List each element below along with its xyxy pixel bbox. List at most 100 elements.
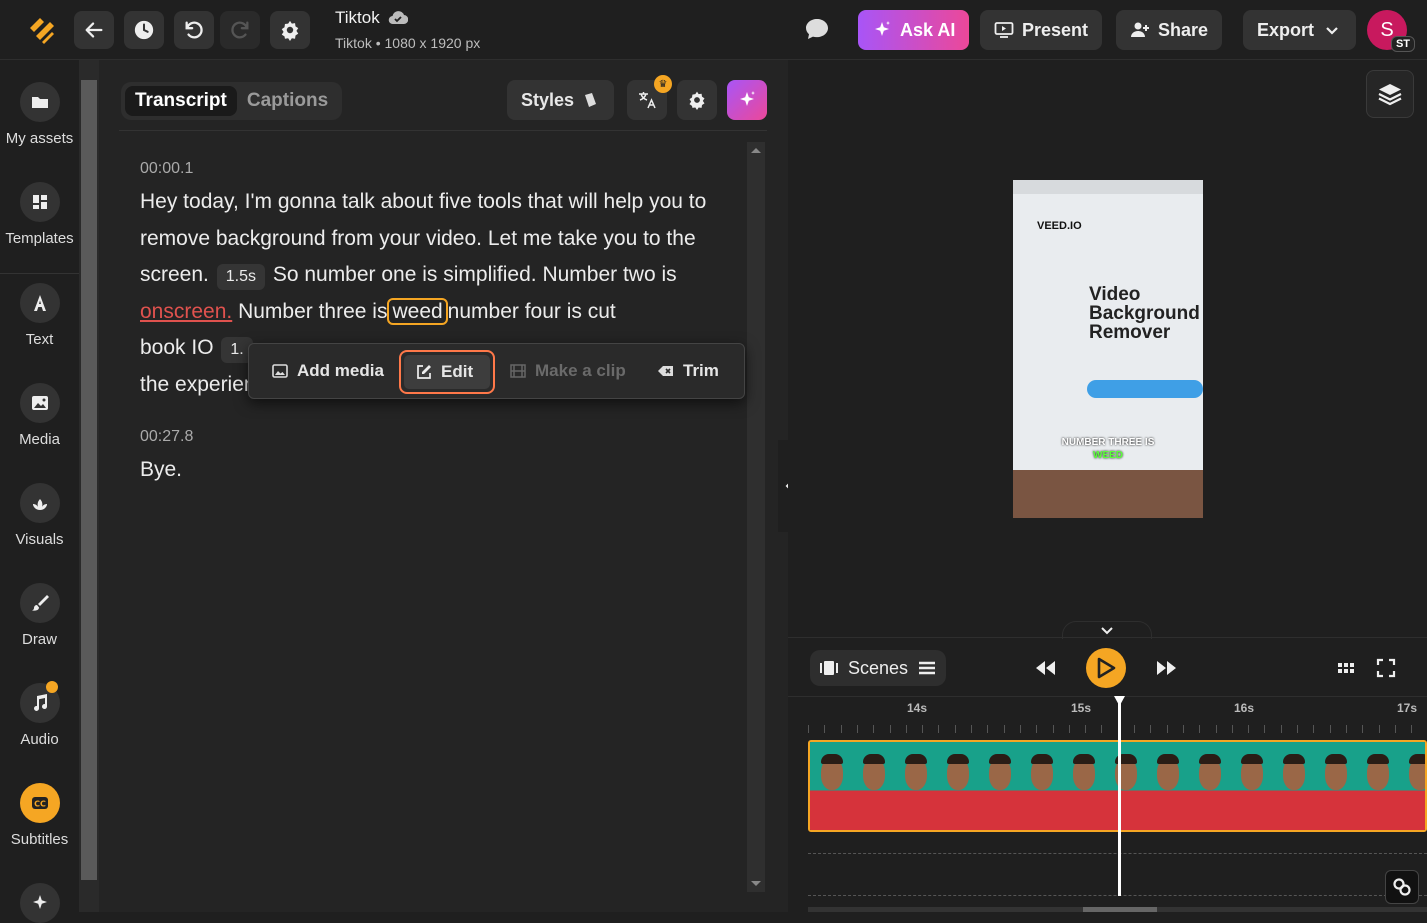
scroll-up-icon[interactable] [750, 146, 762, 154]
playhead[interactable] [1114, 696, 1125, 896]
sidebar-divider [0, 273, 79, 274]
styles-button[interactable]: Styles [507, 80, 615, 120]
trim-button[interactable]: Trim [657, 344, 719, 398]
track-thumbnail [1188, 742, 1230, 830]
undo-button[interactable] [174, 11, 214, 49]
ruler-label: 16s [1234, 701, 1255, 715]
scroll-down-icon[interactable] [750, 880, 762, 888]
sidebar-item-templates[interactable]: Templates [0, 182, 79, 247]
ruler-tick [873, 725, 875, 733]
play-button[interactable] [1086, 648, 1126, 688]
sidebar-scrollbar[interactable] [79, 60, 99, 912]
ruler-tick [1003, 725, 1005, 733]
back-button[interactable] [74, 11, 114, 49]
transcript-body[interactable]: 00:00.1 Hey today, I'm gonna talk about … [140, 160, 740, 488]
swatch-icon [585, 93, 597, 107]
user-avatar[interactable]: S ST [1367, 10, 1415, 52]
sidebar-item-media[interactable]: Media [0, 383, 79, 448]
tab-captions[interactable]: Captions [237, 86, 338, 116]
track-thumbnail [936, 742, 978, 830]
share-button[interactable]: Share [1116, 10, 1223, 50]
timeline-toolbar: Scenes [788, 637, 1427, 697]
redo-icon [231, 21, 249, 39]
sidebar-item-visuals[interactable]: Visuals [0, 483, 79, 548]
ruler-tick [1085, 725, 1087, 733]
ruler-tick [808, 725, 809, 733]
veed-logo-text: VEED.IO [1037, 220, 1082, 232]
pause-chip[interactable]: 1.5s [216, 264, 265, 291]
link-button[interactable] [1385, 870, 1419, 904]
ruler-tick [1297, 725, 1298, 733]
present-button[interactable]: Present [980, 10, 1103, 50]
tab-transcript[interactable]: Transcript [125, 86, 237, 116]
ruler-tick [840, 725, 842, 733]
edit-button[interactable]: Edit [399, 350, 495, 394]
image-icon [31, 396, 48, 410]
ruler-tick [971, 725, 972, 733]
ruler-tick [1052, 725, 1054, 733]
sidebar-item-subtitles[interactable]: CC Subtitles [0, 783, 79, 848]
sidebar-item-audio[interactable]: Audio [0, 681, 79, 748]
brush-icon [31, 595, 49, 611]
fullscreen-icon[interactable] [1376, 658, 1396, 678]
clock-icon [134, 20, 154, 40]
timestamp[interactable]: 00:00.1 [140, 160, 740, 178]
track-thumbnail [894, 742, 936, 830]
sidebar-item-more[interactable] [0, 883, 79, 923]
transcript-settings-button[interactable] [677, 80, 717, 120]
ruler-tick [1411, 725, 1413, 733]
comment-icon[interactable] [805, 18, 829, 40]
editor-area: VEED.IO Video Background Remover NUMBER … [788, 60, 1427, 912]
grid-icon[interactable] [1336, 658, 1356, 678]
magic-tools-button[interactable] [727, 80, 767, 120]
ruler-tick [954, 725, 956, 733]
track-thumbnail [1104, 742, 1146, 830]
project-title[interactable]: Tiktok [335, 8, 408, 28]
ruler-tick [1329, 725, 1331, 733]
panel-tabs: Transcript Captions [121, 82, 343, 120]
selected-word[interactable]: onscreen. [140, 300, 232, 323]
app-logo-icon[interactable] [26, 14, 58, 46]
timestamp[interactable]: 00:27.8 [140, 428, 740, 446]
ruler-tick [1150, 725, 1152, 733]
list-icon[interactable] [918, 660, 936, 676]
transcript-scrollbar[interactable] [747, 142, 765, 892]
track-thumbnail [1398, 742, 1425, 830]
scenes-toggle[interactable]: Scenes [810, 650, 947, 686]
ruler-tick [1101, 725, 1103, 733]
sparkle-icon [875, 21, 890, 36]
rewind-icon[interactable] [1034, 656, 1058, 680]
film-icon [510, 364, 526, 378]
edit-icon [417, 365, 431, 379]
make-clip-button[interactable]: Make a clip [509, 344, 626, 398]
chevron-down-icon [1326, 27, 1338, 35]
ruler-tick [856, 725, 858, 733]
scrollbar-thumb[interactable] [1083, 907, 1157, 912]
export-button[interactable]: Export [1243, 10, 1357, 50]
add-media-button[interactable]: Add media [271, 344, 384, 398]
sparkle-icon [740, 91, 755, 106]
video-preview[interactable]: VEED.IO Video Background Remover NUMBER … [1013, 180, 1203, 518]
layers-icon [1378, 84, 1402, 106]
sidebar-item-text[interactable]: Text [0, 283, 79, 348]
preview-frame: VEED.IO Video Background Remover [1013, 180, 1203, 480]
layers-button[interactable] [1366, 70, 1414, 118]
panel-divider [119, 130, 767, 131]
timeline-scrollbar[interactable] [808, 907, 1427, 912]
settings-button[interactable] [270, 11, 310, 49]
ruler-label: 17s [1397, 701, 1418, 715]
history-button[interactable] [124, 11, 164, 49]
ask-ai-button[interactable]: Ask AI [858, 10, 970, 50]
fast-forward-icon[interactable] [1154, 656, 1178, 680]
current-word[interactable]: weed [387, 297, 448, 325]
ruler-tick [905, 725, 907, 733]
track-thumbnail [1146, 742, 1188, 830]
ruler-label: 15s [1071, 701, 1092, 715]
ruler-tick [1394, 725, 1396, 733]
redo-button[interactable] [220, 11, 260, 49]
transcript-paragraph[interactable]: Bye. [140, 452, 740, 489]
scrollbar-thumb[interactable] [81, 80, 97, 880]
sidebar-item-my-assets[interactable]: My assets [0, 82, 79, 147]
sidebar-item-draw[interactable]: Draw [0, 583, 79, 648]
track-thumbnail [1020, 742, 1062, 830]
